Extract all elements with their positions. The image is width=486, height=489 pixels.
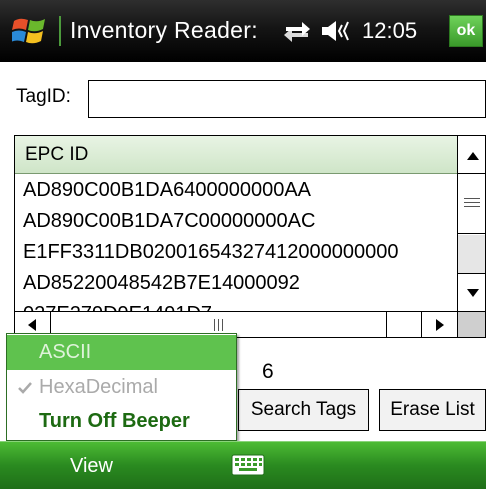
volume-icon[interactable] xyxy=(320,19,354,43)
grip-icon xyxy=(464,206,480,207)
epc-list[interactable]: EPC ID AD890C00B1DA6400000000AA AD890C00… xyxy=(14,135,486,338)
connectivity-icon[interactable] xyxy=(282,18,312,46)
arrow-left-icon xyxy=(28,319,36,331)
scrollbar-corner xyxy=(457,311,485,337)
title-separator xyxy=(59,16,61,46)
window-title: Inventory Reader: xyxy=(70,17,258,43)
scroll-right-button[interactable] xyxy=(421,312,457,337)
grip-icon xyxy=(218,319,219,331)
menu-item-label: Turn Off Beeper xyxy=(39,410,190,432)
vertical-scroll-thumb[interactable] xyxy=(458,174,485,234)
view-softkey[interactable]: View xyxy=(70,455,113,478)
vertical-scrollbar[interactable] xyxy=(457,136,485,311)
menu-item-ascii[interactable]: ASCII xyxy=(7,335,236,370)
tagid-input[interactable] xyxy=(88,80,486,118)
arrow-right-icon xyxy=(436,319,444,331)
menu-item-hexadecimal: HexaDecimal xyxy=(7,370,236,405)
softkey-bar: View xyxy=(0,441,486,489)
windows-start-icon[interactable] xyxy=(12,14,48,48)
search-tags-button[interactable]: Search Tags xyxy=(238,389,369,431)
arrow-down-icon xyxy=(467,289,479,297)
checkmark-icon xyxy=(18,382,32,394)
list-item[interactable]: AD890C00B1DA7C00000000AC xyxy=(15,206,457,237)
keyboard-icon[interactable] xyxy=(231,453,265,477)
list-item[interactable]: AD85220048542B7E14000092 xyxy=(15,268,457,299)
erase-list-button[interactable]: Erase List xyxy=(379,389,486,431)
tagid-label: TagID: xyxy=(16,86,71,107)
clock[interactable]: 12:05 xyxy=(362,18,417,44)
menu-item-label: HexaDecimal xyxy=(39,376,158,398)
ok-button[interactable]: ok xyxy=(449,15,483,47)
scroll-down-button[interactable] xyxy=(458,273,485,311)
title-bar: Inventory Reader: 12:05 ok xyxy=(0,0,486,62)
view-menu: ASCII HexaDecimal Turn Off Beeper xyxy=(6,333,237,441)
menu-item-turn-off-beeper[interactable]: Turn Off Beeper xyxy=(7,404,236,439)
horizontal-scroll-track[interactable] xyxy=(388,312,421,337)
column-header-epc-id[interactable]: EPC ID xyxy=(15,136,457,174)
grip-icon xyxy=(214,319,215,331)
list-item[interactable]: 027E279D9E1491D7 xyxy=(15,299,457,311)
vertical-scroll-track[interactable] xyxy=(458,235,485,273)
grip-icon xyxy=(222,319,223,331)
list-item[interactable]: AD890C00B1DA6400000000AA xyxy=(15,175,457,206)
grip-icon xyxy=(464,198,480,199)
list-item[interactable]: E1FF3311DB02001654327412000000000 xyxy=(15,237,457,268)
epc-rows: AD890C00B1DA6400000000AA AD890C00B1DA7C0… xyxy=(15,175,457,311)
arrow-up-icon xyxy=(467,152,479,160)
menu-item-label: ASCII xyxy=(39,341,92,363)
tag-count: 6 xyxy=(262,360,274,383)
grip-icon xyxy=(464,202,480,203)
scroll-up-button[interactable] xyxy=(458,136,485,174)
